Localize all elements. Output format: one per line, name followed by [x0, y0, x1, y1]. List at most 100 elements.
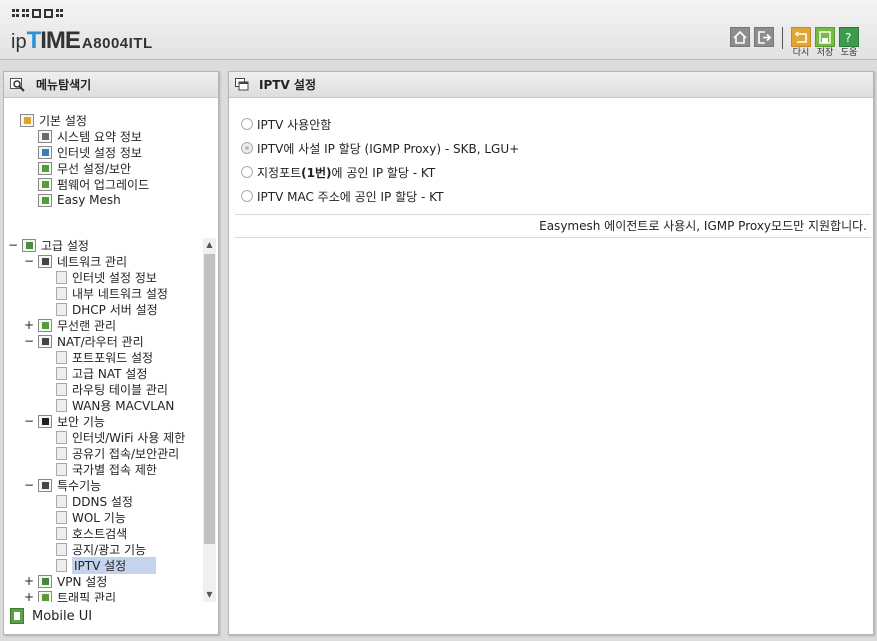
tree-item-wol[interactable]: WOL 기능 — [56, 509, 126, 525]
tree-item-notice-ad[interactable]: 공지/광고 기능 — [56, 541, 146, 557]
tree-item-internal-network[interactable]: 내부 네트워크 설정 — [56, 285, 168, 301]
tree-item-internet-info-adv[interactable]: 인터넷 설정 정보 — [56, 269, 157, 285]
page-icon — [56, 270, 67, 284]
mobile-ui-label: Mobile UI — [32, 608, 93, 624]
tree-item-internet-info[interactable]: 인터넷 설정 정보 — [38, 144, 142, 160]
collapse-icon[interactable]: − — [24, 334, 34, 348]
page-icon — [56, 350, 67, 364]
radio-private-ip[interactable] — [241, 142, 253, 154]
tree-label: 인터넷 설정 정보 — [57, 145, 142, 160]
tree-item-advanced-nat[interactable]: 고급 NAT 설정 — [56, 365, 147, 381]
tree-security[interactable]: − 보안 기능 — [24, 413, 105, 429]
special-icon — [38, 478, 52, 492]
tree-label: 트래픽 관리 — [57, 590, 117, 603]
chart-icon — [38, 129, 52, 143]
tree-nat-router[interactable]: − NAT/라우터 관리 — [24, 333, 144, 349]
tree-label: VPN 설정 — [57, 574, 108, 589]
tree-item-wireless-security[interactable]: 무선 설정/보안 — [38, 160, 131, 176]
tree-label: 네트워크 관리 — [57, 254, 128, 269]
tree-label: 무선랜 관리 — [57, 318, 117, 333]
radio-iptv-off[interactable] — [241, 118, 253, 130]
option-label: IPTV 사용안함 — [257, 117, 332, 132]
help-button[interactable]: ? 도움 — [839, 27, 859, 59]
collapse-icon[interactable]: − — [8, 238, 18, 252]
page-icon — [56, 430, 67, 444]
menu-explorer-panel: 메뉴탐색기 기본 설정 시스템 요약 정보 인터넷 설정 정보 무선 설정/보안… — [3, 71, 219, 635]
header-toolbar: 다시 저장 ? 도움 — [726, 27, 859, 59]
option-iptv-disabled[interactable]: IPTV 사용안함 — [241, 112, 519, 136]
collapse-icon[interactable]: − — [24, 478, 34, 492]
tree-item-country-block[interactable]: 국가별 접속 제한 — [56, 461, 157, 477]
tree-label: 시스템 요약 정보 — [57, 129, 142, 144]
tree-item-easy-mesh[interactable]: Easy Mesh — [38, 192, 121, 208]
radio-port-public-ip[interactable] — [241, 166, 253, 178]
router-icon — [38, 334, 52, 348]
tree-item-wan-macvlan[interactable]: WAN용 MACVLAN — [56, 397, 174, 413]
collapse-icon[interactable]: − — [24, 414, 34, 428]
tree-item-firmware-upgrade[interactable]: 펌웨어 업그레이드 — [38, 176, 149, 192]
undo-button[interactable]: 다시 — [791, 27, 811, 59]
tree-advanced-settings[interactable]: − 고급 설정 — [8, 237, 89, 253]
page-icon — [56, 366, 67, 380]
svg-text:?: ? — [845, 31, 851, 44]
model-name: A8004ITL — [81, 35, 153, 52]
traffic-icon — [38, 590, 52, 602]
option-label: IPTV에 사설 IP 할당 (IGMP Proxy) - SKB, LGU+ — [257, 141, 520, 156]
tree-label: WOL 기능 — [72, 510, 126, 525]
tree-item-system-summary[interactable]: 시스템 요약 정보 — [38, 128, 142, 144]
tree-label: DHCP 서버 설정 — [72, 302, 158, 317]
logo: ipTIME A8004ITL — [11, 27, 153, 54]
option-port-public-ip[interactable]: 지정포트(1번)에 공인 IP 할당 - KT — [241, 160, 519, 184]
mobile-ui-link[interactable]: Mobile UI — [10, 608, 92, 624]
home-button[interactable] — [730, 27, 750, 59]
tree-item-iptv-selected[interactable]: IPTV 설정 — [56, 556, 157, 574]
tree-item-dhcp-server[interactable]: DHCP 서버 설정 — [56, 301, 158, 317]
scrollbar-thumb[interactable] — [204, 254, 215, 544]
tree-vpn[interactable]: + VPN 설정 — [24, 573, 107, 589]
option-mac-public-ip[interactable]: IPTV MAC 주소에 공인 IP 할당 - KT — [241, 184, 519, 208]
tree-scrollbar[interactable]: ▲ ▼ — [203, 238, 216, 602]
tree-item-port-forward[interactable]: 포트포워드 설정 — [56, 349, 153, 365]
expand-icon[interactable]: + — [24, 318, 34, 332]
page-icon — [56, 462, 67, 476]
option-private-ip[interactable]: IPTV에 사설 IP 할당 (IGMP Proxy) - SKB, LGU+ — [241, 136, 519, 160]
tree-item-ddns[interactable]: DDNS 설정 — [56, 493, 133, 509]
mobile-icon — [10, 608, 24, 624]
tree-item-router-access[interactable]: 공유기 접속/보안관리 — [56, 445, 179, 461]
tree-item-routing-table[interactable]: 라우팅 테이블 관리 — [56, 381, 168, 397]
tree-label: 고급 설정 — [41, 238, 89, 253]
expand-icon[interactable]: + — [24, 574, 34, 588]
logout-button[interactable] — [754, 27, 774, 59]
tree-item-host-search[interactable]: 호스트검색 — [56, 525, 127, 541]
tree-label: 라우팅 테이블 관리 — [72, 382, 168, 397]
tree-label: DDNS 설정 — [72, 494, 133, 509]
tree-label: 공지/광고 기능 — [72, 542, 147, 557]
header: ipTIME A8004ITL 다시 저장 ? 도움 — [0, 0, 877, 60]
mesh-icon — [38, 193, 52, 207]
toolbar-separator — [782, 27, 783, 49]
help-icon: ? — [839, 27, 859, 47]
scroll-up-icon[interactable]: ▲ — [203, 238, 216, 252]
wireless-icon — [38, 318, 52, 332]
tree-basic-settings[interactable]: 기본 설정 — [20, 112, 87, 128]
option-label: 지정포트(1번)에 공인 IP 할당 - KT — [257, 165, 436, 180]
tree-network-management[interactable]: − 네트워크 관리 — [24, 253, 127, 269]
radio-mac-public-ip[interactable] — [241, 190, 253, 202]
expand-icon[interactable]: + — [24, 590, 34, 602]
tree-label: 보안 기능 — [57, 414, 105, 429]
tree-label: 공유기 접속/보안관리 — [72, 446, 180, 461]
collapse-icon[interactable]: − — [24, 254, 34, 268]
tree-label: 특수기능 — [57, 478, 102, 493]
save-button[interactable]: 저장 — [815, 27, 835, 59]
folder-settings-icon — [20, 113, 34, 127]
tree-label: 내부 네트워크 설정 — [72, 286, 168, 301]
tree-label: 호스트검색 — [72, 526, 128, 541]
tree-special-functions[interactable]: − 특수기능 — [24, 477, 101, 493]
tree-traffic[interactable]: + 트래픽 관리 — [24, 589, 116, 602]
tree-wireless-management[interactable]: + 무선랜 관리 — [24, 317, 116, 333]
page-icon — [56, 286, 67, 300]
scroll-down-icon[interactable]: ▼ — [203, 588, 216, 602]
page-icon — [56, 494, 67, 508]
tree-item-internet-wifi-limit[interactable]: 인터넷/WiFi 사용 제한 — [56, 429, 185, 445]
undo-icon — [791, 27, 811, 47]
